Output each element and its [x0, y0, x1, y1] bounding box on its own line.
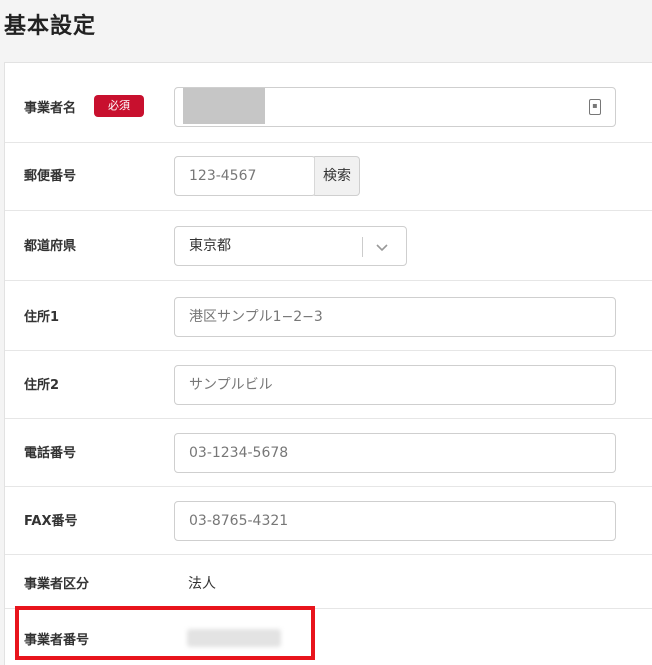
- row-phone: 電話番号 03-1234-5678: [5, 419, 652, 487]
- postal-code-label: 郵便番号: [24, 169, 77, 184]
- fax-label: FAX番号: [24, 514, 78, 529]
- business-type-value: 法人: [188, 576, 216, 592]
- required-badge: 必須: [94, 95, 144, 117]
- chevron-down-icon[interactable]: [375, 240, 389, 254]
- row-prefecture: 都道府県 東京都: [5, 211, 652, 281]
- business-name-label: 事業者名: [24, 101, 77, 116]
- row-fax: FAX番号 03-8765-4321: [5, 487, 652, 555]
- fax-input[interactable]: 03-8765-4321: [174, 501, 616, 541]
- business-name-input[interactable]: ▪: [174, 87, 616, 127]
- row-business-type: 事業者区分 法人: [5, 555, 652, 609]
- address2-label: 住所2: [24, 378, 60, 393]
- select-separator: [362, 237, 363, 257]
- prefecture-selected-value: 東京都: [189, 238, 231, 254]
- highlight-annotation-box: [15, 606, 315, 660]
- page-title: 基本設定: [4, 14, 97, 39]
- postal-code-input[interactable]: 123-4567: [174, 156, 316, 196]
- contact-card-icon[interactable]: ▪: [589, 99, 601, 115]
- address1-input[interactable]: 港区サンプル1−2−3: [174, 297, 616, 337]
- row-address2: 住所2 サンプルビル: [5, 351, 652, 419]
- row-business-name: 事業者名 必須 ▪: [5, 63, 652, 143]
- business-type-label: 事業者区分: [24, 577, 90, 592]
- prefecture-select[interactable]: 東京都: [174, 226, 407, 266]
- phone-label: 電話番号: [24, 446, 77, 461]
- row-postal-code: 郵便番号 123-4567 検索: [5, 143, 652, 211]
- postal-search-button[interactable]: 検索: [314, 156, 360, 196]
- redacted-business-name: [183, 88, 265, 124]
- row-address1: 住所1 港区サンプル1−2−3: [5, 281, 652, 351]
- settings-form: 事業者名 必須 ▪ 郵便番号 123-4567 検索 都道府県 東京都 住所1 …: [4, 62, 652, 665]
- address1-label: 住所1: [24, 310, 60, 325]
- prefecture-label: 都道府県: [24, 239, 77, 254]
- address2-input[interactable]: サンプルビル: [174, 365, 616, 405]
- phone-input[interactable]: 03-1234-5678: [174, 433, 616, 473]
